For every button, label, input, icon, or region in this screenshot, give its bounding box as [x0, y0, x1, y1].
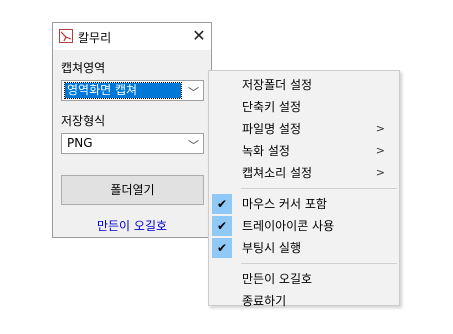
save-format-value: PNG	[67, 136, 93, 150]
menu-item-label: 부팅시 실행	[242, 241, 302, 255]
app-window: 칼무리 ✕ 캡쳐영역 영역화면 캡쳐 ﹀ 저장형식 PNG ﹀ 폴더열기 만든이…	[52, 22, 212, 238]
menu-item-filename-setting[interactable]: 파일명 설정 >	[209, 118, 399, 140]
open-folder-button[interactable]: 폴더열기	[61, 175, 204, 205]
window-title: 칼무리	[78, 31, 112, 45]
checkmark-icon: ✔	[212, 238, 232, 258]
author-link[interactable]: 만든이 오길호	[53, 217, 211, 234]
context-menu: 저장폴더 설정단축키 설정파일명 설정 > 녹화 설정 > 캡쳐소리 설정 > ✔ 마우스 커…	[208, 70, 400, 308]
chevron-down-icon: ﹀	[188, 86, 199, 99]
submenu-arrow-icon: >	[375, 166, 385, 179]
submenu-arrow-icon: >	[375, 122, 385, 135]
submenu-arrow-icon: >	[375, 144, 385, 157]
capture-area-select[interactable]: 영역화면 캡쳐 ﹀	[61, 80, 204, 101]
capture-area-label: 캡쳐영역	[61, 61, 106, 75]
app-icon	[59, 29, 73, 43]
menu-item-hotkey-setting[interactable]: 단축키 설정	[209, 96, 399, 118]
capture-area-value: 영역화면 캡쳐	[64, 82, 182, 99]
menu-item-run-at-boot[interactable]: ✔ 부팅시 실행	[209, 237, 399, 259]
save-format-label: 저장형식	[61, 114, 106, 128]
title-bar[interactable]: 칼무리 ✕	[53, 23, 211, 50]
menu-item-label: 종료하기	[242, 294, 287, 308]
menu-separator	[241, 263, 397, 264]
menu-separator	[241, 188, 397, 189]
menu-item-label: 트레이아이콘 사용	[242, 219, 335, 233]
menu-item-use-tray-icon[interactable]: ✔ 트레이아이콘 사용	[209, 215, 399, 237]
menu-item-label: 캡쳐소리 설정	[242, 166, 313, 180]
menu-item-include-mouse-cursor[interactable]: ✔ 마우스 커서 포함	[209, 193, 399, 215]
menu-item-capture-sound-setting[interactable]: 캡쳐소리 설정 >	[209, 162, 399, 184]
menu-item-label: 마우스 커서 포함	[242, 197, 327, 211]
menu-item-label: 단축키 설정	[242, 100, 302, 114]
menu-item-label: 만든이 오길호	[242, 272, 313, 286]
menu-item-label: 저장폴더 설정	[242, 78, 313, 92]
menu-item-label: 녹화 설정	[242, 144, 290, 158]
close-icon[interactable]: ✕	[189, 26, 209, 46]
menu-item-exit[interactable]: 종료하기	[209, 290, 399, 312]
menu-item-label: 파일명 설정	[242, 122, 302, 136]
menu-item-author-info[interactable]: 만든이 오길호	[209, 268, 399, 290]
save-format-select[interactable]: PNG ﹀	[61, 133, 204, 154]
checkmark-icon: ✔	[212, 194, 232, 214]
checkmark-icon: ✔	[212, 216, 232, 236]
menu-item-recording-setting[interactable]: 녹화 설정 >	[209, 140, 399, 162]
menu-item-save-folder-setting[interactable]: 저장폴더 설정	[209, 74, 399, 96]
chevron-down-icon: ﹀	[188, 139, 199, 152]
